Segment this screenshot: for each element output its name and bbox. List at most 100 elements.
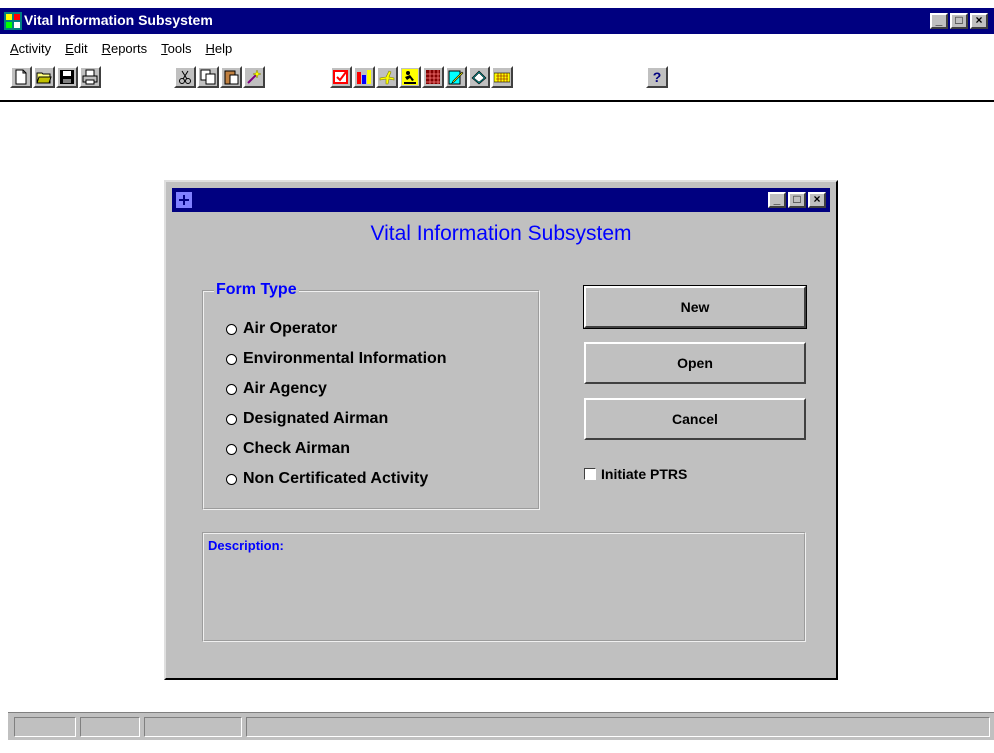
grid-icon — [426, 70, 440, 84]
initiate-ptrs-checkbox[interactable] — [584, 468, 596, 480]
radio-air-agency[interactable]: Air Agency — [226, 378, 327, 400]
documents-button[interactable] — [468, 66, 490, 88]
radio-label: Air Operator — [243, 320, 338, 337]
dialog-close-button[interactable]: × — [808, 192, 826, 208]
form-type-group: Form Type Air Operator Environmental Inf… — [202, 281, 540, 510]
airman-button[interactable] — [399, 66, 421, 88]
new-file-button[interactable] — [10, 66, 32, 88]
cut-icon — [179, 70, 191, 84]
radio-button[interactable] — [226, 353, 237, 365]
save-button[interactable] — [56, 66, 78, 88]
radio-button[interactable] — [226, 473, 237, 485]
radio-label: Check Airman — [243, 440, 350, 457]
menu-activity-label: Activity — [10, 40, 52, 56]
radio-label: Environmental Information — [243, 350, 447, 367]
menu-reports-label: Reports — [101, 40, 148, 56]
paste-button[interactable] — [220, 66, 242, 88]
print-button[interactable] — [79, 66, 101, 88]
cancel-button-label: Cancel — [672, 411, 718, 427]
status-panel-4 — [246, 717, 990, 737]
airplane-button[interactable] — [376, 66, 398, 88]
menu-edit-label: Edit — [65, 40, 88, 56]
menu-bar: Activity Edit Reports Tools Help — [0, 36, 994, 60]
wand-icon — [247, 69, 262, 84]
radio-non-certificated-activity[interactable]: Non Certificated Activity — [226, 468, 428, 490]
new-file-icon — [15, 69, 27, 85]
documents-icon — [471, 70, 487, 85]
close-icon: × — [813, 192, 821, 206]
help-button[interactable]: ? — [646, 66, 668, 88]
wand-button[interactable] — [243, 66, 265, 88]
form-type-legend: Form Type — [214, 281, 299, 299]
print-icon — [82, 69, 98, 85]
menu-reports[interactable]: Reports — [96, 41, 156, 56]
menu-activity[interactable]: Activity — [4, 41, 59, 56]
radio-environmental-information[interactable]: Environmental Information — [226, 348, 447, 370]
checklist-icon — [333, 70, 348, 84]
status-bar — [8, 712, 994, 740]
copy-icon — [200, 69, 216, 85]
menu-tools[interactable]: Tools — [155, 41, 199, 56]
edit-button[interactable] — [445, 66, 467, 88]
open-button[interactable]: Open — [584, 342, 806, 384]
radio-button[interactable] — [226, 413, 237, 425]
open-button-label: Open — [677, 355, 713, 371]
airman-icon — [402, 69, 418, 85]
minimize-icon: _ — [935, 13, 943, 27]
window-titlebar[interactable]: Vital Information Subsystem _ □ × — [0, 8, 994, 34]
dialog-maximize-button[interactable]: □ — [788, 192, 806, 208]
maximize-icon: □ — [955, 13, 963, 27]
dialog-system-icon[interactable] — [176, 192, 192, 208]
new-button[interactable]: New — [583, 285, 807, 329]
cut-button[interactable] — [174, 66, 196, 88]
save-icon — [60, 70, 74, 84]
vital-info-dialog: _ □ × Vital Information Subsystem Form T… — [164, 180, 838, 680]
maximize-icon: □ — [793, 192, 801, 206]
paste-icon — [224, 70, 239, 85]
close-button[interactable]: × — [970, 13, 988, 29]
keyboard-button[interactable] — [491, 66, 513, 88]
minimize-icon: _ — [773, 192, 781, 206]
dialog-minimize-button[interactable]: _ — [768, 192, 786, 208]
radio-label: Air Agency — [243, 380, 327, 397]
bar-chart-button[interactable] — [353, 66, 375, 88]
open-folder-icon — [36, 72, 52, 84]
keyboard-icon — [494, 72, 510, 83]
toolbar: ? — [0, 62, 994, 102]
menu-help-label: Help — [205, 40, 233, 56]
help-icon: ? — [653, 69, 662, 85]
app-icon — [4, 12, 22, 30]
maximize-button[interactable]: □ — [950, 13, 968, 29]
minimize-button[interactable]: _ — [930, 13, 948, 29]
description-label: Description: — [208, 538, 284, 553]
status-panel-1 — [14, 717, 76, 737]
edit-icon — [448, 70, 464, 85]
cancel-button[interactable]: Cancel — [584, 398, 806, 440]
copy-button[interactable] — [197, 66, 219, 88]
bar-chart-icon — [357, 70, 371, 84]
dialog-titlebar[interactable]: _ □ × — [172, 188, 830, 212]
menu-tools-label: Tools — [161, 40, 192, 56]
radio-button[interactable] — [226, 383, 237, 395]
radio-designated-airman[interactable]: Designated Airman — [226, 408, 388, 430]
status-panel-3 — [144, 717, 242, 737]
initiate-ptrs-toggle[interactable]: Initiate PTRS — [584, 466, 687, 482]
radio-label: Designated Airman — [243, 410, 389, 427]
radio-check-airman[interactable]: Check Airman — [226, 438, 350, 460]
checklist-button[interactable] — [330, 66, 352, 88]
svg-text:?: ? — [653, 69, 662, 85]
radio-air-operator[interactable]: Air Operator — [226, 318, 337, 340]
initiate-ptrs-label: Initiate PTRS — [601, 466, 688, 482]
menu-edit[interactable]: Edit — [59, 41, 95, 56]
grid-button[interactable] — [422, 66, 444, 88]
new-button-label: New — [680, 299, 710, 315]
radio-button[interactable] — [226, 323, 237, 335]
airplane-icon — [379, 70, 395, 85]
open-folder-button[interactable] — [33, 66, 55, 88]
menu-help[interactable]: Help — [199, 41, 240, 56]
radio-label: Non Certificated Activity — [243, 470, 429, 487]
status-panel-2 — [80, 717, 140, 737]
radio-button[interactable] — [226, 443, 237, 455]
description-box: Description: — [202, 532, 806, 642]
window-title: Vital Information Subsystem — [24, 12, 213, 28]
